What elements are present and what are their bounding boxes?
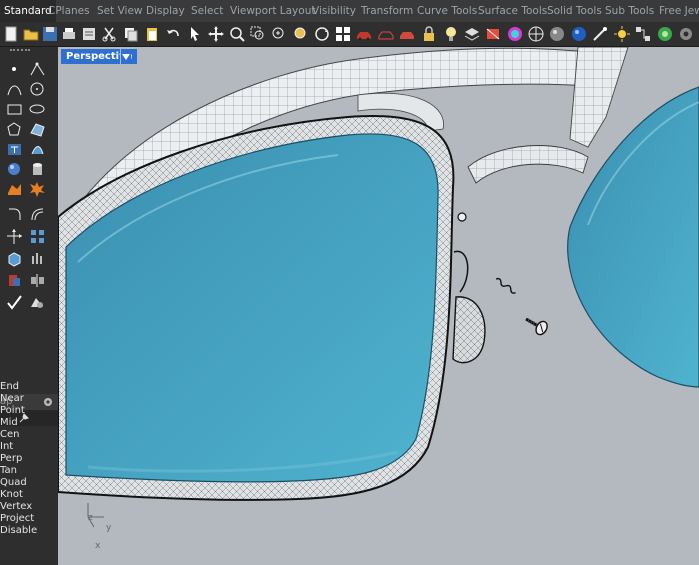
- tab-solid-tools[interactable]: Solid Tools: [547, 0, 602, 22]
- panel-grip[interactable]: [10, 49, 30, 54]
- zoom-icon[interactable]: [228, 25, 246, 43]
- axis-label-y: y: [106, 523, 112, 533]
- move-icon[interactable]: [6, 228, 23, 245]
- curve-icon[interactable]: [6, 81, 23, 98]
- rectangle-icon[interactable]: [6, 101, 23, 118]
- array-icon[interactable]: [29, 228, 46, 245]
- main-toolbar: [0, 22, 699, 47]
- offset-icon[interactable]: [29, 206, 46, 223]
- grasshopper-icon[interactable]: [656, 25, 674, 43]
- osnap-cen[interactable]: Cen: [0, 429, 19, 441]
- copy-icon[interactable]: [122, 25, 140, 43]
- circle-icon[interactable]: [29, 81, 46, 98]
- mesh-icon[interactable]: [6, 181, 23, 198]
- shaded-car-icon[interactable]: [398, 25, 416, 43]
- new-file-icon[interactable]: [2, 25, 20, 43]
- render-icon[interactable]: [591, 25, 609, 43]
- osnap-end[interactable]: End: [0, 381, 19, 393]
- rim-screw-head: [457, 212, 467, 222]
- zoom-extents-icon[interactable]: [270, 25, 288, 43]
- osnap-mid[interactable]: Mid: [0, 417, 18, 429]
- rendered-sphere-icon[interactable]: [548, 25, 566, 43]
- layer-icon[interactable]: [463, 25, 481, 43]
- ellipse-icon[interactable]: [29, 101, 46, 118]
- tab-viewport-layout[interactable]: Viewport Layout: [230, 0, 315, 22]
- check-icon[interactable]: [6, 294, 23, 311]
- fillet-icon[interactable]: [6, 206, 23, 223]
- tab-sub-tools[interactable]: Sub Tools: [605, 0, 654, 22]
- osnap-perp[interactable]: Perp: [0, 453, 22, 465]
- polygon-icon[interactable]: [6, 121, 23, 138]
- boolean-icon[interactable]: [6, 272, 23, 289]
- tab-free-jew[interactable]: Free Jew: [659, 0, 699, 22]
- text-icon[interactable]: [6, 141, 23, 158]
- tab-display[interactable]: Display: [146, 0, 185, 22]
- model-scene: [58, 47, 699, 528]
- osnap-point[interactable]: Point: [0, 405, 25, 417]
- zoom-window-icon[interactable]: [249, 25, 267, 43]
- tab-transform[interactable]: Transform: [361, 0, 413, 22]
- cylinder-icon[interactable]: [29, 161, 46, 178]
- sphere-icon[interactable]: [6, 161, 23, 178]
- left-tool-panel: ap End Near Point Mid Cen Int Perp Tan Q…: [0, 47, 58, 565]
- explode-icon[interactable]: [29, 181, 46, 198]
- viewport-dropdown[interactable]: [120, 49, 131, 64]
- point-icon[interactable]: [6, 61, 23, 78]
- tab-visibility[interactable]: Visibility: [312, 0, 356, 22]
- save-icon[interactable]: [41, 25, 59, 43]
- color-wheel-icon[interactable]: [506, 25, 524, 43]
- axis-label-x: x: [95, 541, 101, 551]
- undo-icon[interactable]: [164, 25, 182, 43]
- extrude-icon[interactable]: [29, 250, 46, 267]
- tab-curve-tools[interactable]: Curve Tools: [417, 0, 477, 22]
- rotate-view-icon[interactable]: [313, 25, 331, 43]
- osnap-project[interactable]: Project: [0, 513, 34, 525]
- grid-icon[interactable]: [527, 25, 545, 43]
- four-viewports-icon[interactable]: [334, 25, 352, 43]
- osnap-knot[interactable]: Knot: [0, 489, 23, 501]
- toolbar-tab-bar: Standard CPlanes Set View Display Select…: [0, 0, 699, 23]
- surface-icon[interactable]: [29, 121, 46, 138]
- print-icon[interactable]: [60, 25, 78, 43]
- gear-icon[interactable]: [43, 397, 53, 407]
- loft-icon[interactable]: [29, 141, 46, 158]
- select-pointer-icon[interactable]: [186, 25, 204, 43]
- axis-label-z: z: [88, 513, 93, 523]
- polyline-icon[interactable]: [29, 61, 46, 78]
- split-icon[interactable]: [29, 272, 46, 289]
- material-icon[interactable]: [484, 25, 502, 43]
- screw: [525, 317, 548, 336]
- light-bulb-icon[interactable]: [442, 25, 460, 43]
- spring: [495, 277, 516, 294]
- car-icon[interactable]: [355, 25, 373, 43]
- osnap-int[interactable]: Int: [0, 441, 13, 453]
- osnap-quad[interactable]: Quad: [0, 477, 27, 489]
- osnap-vertex[interactable]: Vertex: [0, 501, 32, 513]
- blue-sphere-icon[interactable]: [570, 25, 588, 43]
- sun-icon[interactable]: [613, 25, 631, 43]
- osnap-tan[interactable]: Tan: [0, 465, 17, 477]
- cut-icon[interactable]: [100, 25, 118, 43]
- chevron-down-icon: [122, 54, 130, 60]
- options-icon[interactable]: [677, 25, 695, 43]
- wireframe-car-icon[interactable]: [377, 25, 395, 43]
- tab-cplanes[interactable]: CPlanes: [48, 0, 90, 22]
- perspective-viewport[interactable]: Perspective z y x: [58, 47, 699, 565]
- open-folder-icon[interactable]: [22, 25, 40, 43]
- tab-select[interactable]: Select: [191, 0, 223, 22]
- box-icon[interactable]: [6, 250, 23, 267]
- analyze-icon[interactable]: [29, 294, 46, 311]
- zoom-selected-icon[interactable]: [292, 25, 310, 43]
- lock-icon[interactable]: [420, 25, 438, 43]
- pan-icon[interactable]: [207, 25, 225, 43]
- osnap-disable[interactable]: Disable: [0, 525, 37, 537]
- node-editor-icon[interactable]: [634, 25, 652, 43]
- paste-icon[interactable]: [143, 25, 161, 43]
- osnap-near[interactable]: Near: [0, 393, 24, 405]
- tab-surface-tools[interactable]: Surface Tools: [478, 0, 547, 22]
- tab-set-view[interactable]: Set View: [97, 0, 143, 22]
- properties-icon[interactable]: [80, 25, 98, 43]
